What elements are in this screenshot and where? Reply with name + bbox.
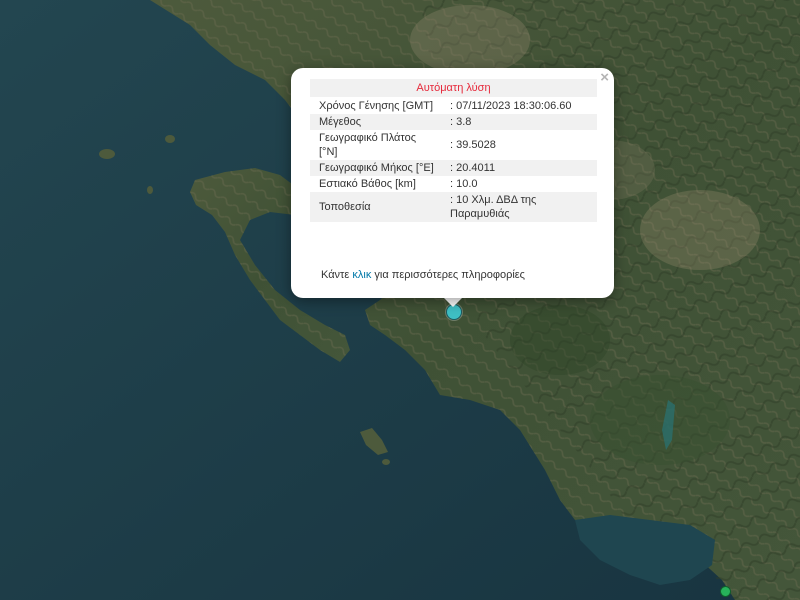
longitude-label: Γεωγραφικό Μήκος [°E]	[310, 160, 446, 176]
magnitude-value: : 3.8	[446, 114, 597, 130]
popup-title: Αυτόματη λύση	[310, 79, 597, 97]
more-info-prefix: Κάντε	[321, 269, 353, 281]
table-row: Τοποθεσία : 10 Χλμ. ΔΒΔ της Παραμυθιάς	[310, 192, 597, 222]
longitude-value: : 20.4011	[446, 160, 597, 176]
island	[147, 186, 153, 194]
earthquake-marker-secondary[interactable]	[720, 586, 731, 597]
close-icon[interactable]: ×	[600, 70, 609, 86]
latitude-value: : 39.5028	[446, 130, 597, 160]
island	[165, 135, 175, 143]
latitude-label: Γεωγραφικό Πλάτος [°N]	[310, 130, 446, 160]
depth-value: : 10.0	[446, 176, 597, 192]
more-info-link[interactable]: κλικ	[352, 269, 371, 281]
table-row: Χρόνος Γένησης [GMT] : 07/11/2023 18:30:…	[310, 98, 597, 114]
magnitude-label: Μέγεθος	[310, 114, 446, 130]
table-row: Γεωγραφικό Μήκος [°E] : 20.4011	[310, 160, 597, 176]
table-row: Μέγεθος : 3.8	[310, 114, 597, 130]
island	[382, 459, 390, 465]
table-row: Εστιακό Βάθος [km] : 10.0	[310, 176, 597, 192]
origin-time-value: : 07/11/2023 18:30:06.60	[446, 98, 597, 114]
more-info-suffix: για περισσότερες πληροφορίες	[371, 269, 525, 281]
earthquake-popup: × Αυτόματη λύση Χρόνος Γένησης [GMT] : 0…	[291, 68, 614, 298]
popup-tip	[443, 297, 463, 307]
more-info-text: Κάντε κλικ για περισσότερες πληροφορίες	[321, 269, 525, 281]
location-value: : 10 Χλμ. ΔΒΔ της Παραμυθιάς	[446, 192, 597, 222]
earthquake-info-table: Χρόνος Γένησης [GMT] : 07/11/2023 18:30:…	[310, 98, 597, 222]
table-row: Γεωγραφικό Πλάτος [°N] : 39.5028	[310, 130, 597, 160]
location-label: Τοποθεσία	[310, 192, 446, 222]
satellite-map[interactable]: × Αυτόματη λύση Χρόνος Γένησης [GMT] : 0…	[0, 0, 800, 600]
depth-label: Εστιακό Βάθος [km]	[310, 176, 446, 192]
origin-time-label: Χρόνος Γένησης [GMT]	[310, 98, 446, 114]
island	[99, 149, 115, 159]
